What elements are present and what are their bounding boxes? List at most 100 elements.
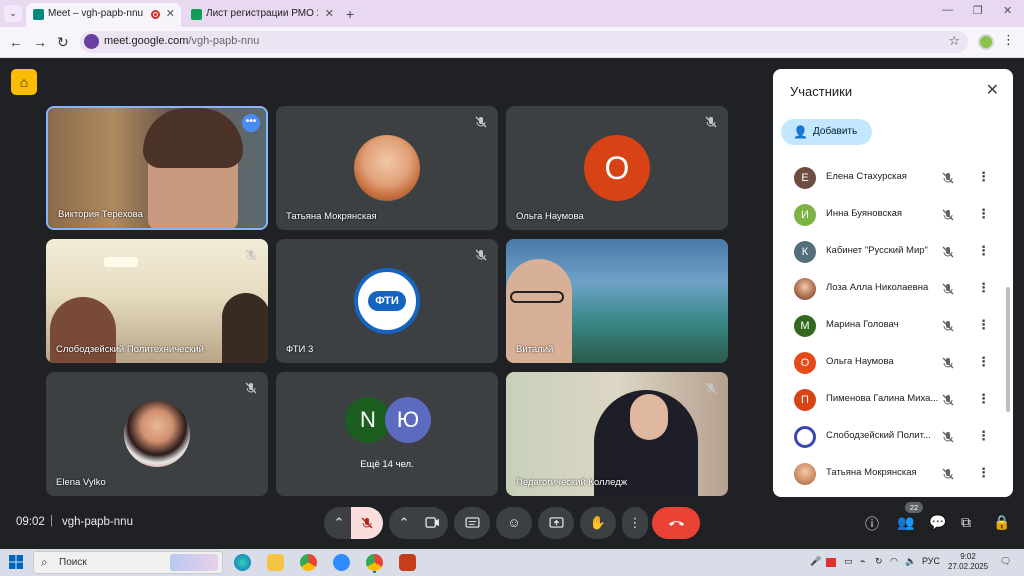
people-icon[interactable]: 👥 — [897, 514, 914, 531]
powerpoint-icon[interactable] — [399, 554, 416, 571]
video-tile[interactable]: ••• Виктория Терехова — [46, 106, 268, 230]
participant-options-icon[interactable]: ⋮ — [977, 280, 990, 296]
chrome-active-icon[interactable] — [366, 554, 383, 571]
participant-row[interactable]: Слободзейский Полит... ⋮ — [773, 419, 1001, 456]
mic-muted-icon — [245, 249, 257, 261]
participant-row[interactable]: Е Елена Стахурская ⋮ — [773, 160, 1001, 197]
participant-options-icon[interactable]: ⋮ — [977, 354, 990, 370]
tile-name: Elena Vylko — [56, 477, 106, 488]
meeting-info-icon[interactable]: ⌂ — [11, 69, 37, 95]
tray-volume-icon[interactable]: 🔈 — [905, 556, 916, 567]
browser-menu-icon[interactable]: ⋮ — [1002, 32, 1015, 48]
participant-photo-avatar — [794, 278, 816, 300]
maximize-icon[interactable]: ❐ — [973, 4, 983, 17]
language-indicator[interactable]: РУС — [922, 556, 940, 566]
mic-toggle-button[interactable] — [351, 507, 383, 539]
search-label: Поиск — [59, 557, 87, 568]
host-controls-icon[interactable]: 🔒 — [993, 514, 1010, 531]
file-explorer-icon[interactable] — [267, 554, 284, 571]
camera-toggle-button[interactable] — [416, 507, 448, 539]
video-tile[interactable]: Татьяна Мокрянская — [276, 106, 498, 230]
url-field[interactable]: meet.google.com/vgh-papb-nnu ☆ — [80, 31, 968, 53]
participant-avatar: Е — [794, 167, 816, 189]
close-tab-icon[interactable]: ✕ — [325, 3, 334, 25]
back-icon[interactable]: ← — [9, 33, 23, 51]
participant-row[interactable]: П Пименова Галина Миха... ⋮ — [773, 382, 1001, 419]
participant-row[interactable]: М Марина Головач ⋮ — [773, 308, 1001, 345]
browser-tab-bar: ⌄ Meet – vgh-papb-nnu ✕ Лист регистрации… — [0, 0, 1024, 27]
video-tile[interactable]: Слободзейский Политехнический — [46, 239, 268, 363]
close-window-icon[interactable]: ✕ — [1003, 4, 1012, 17]
zoom-icon[interactable] — [333, 554, 350, 571]
participant-row[interactable]: К Кабинет "Русский Мир" ⋮ — [773, 234, 1001, 271]
raise-hand-button[interactable]: ✋ — [580, 507, 616, 539]
participant-options-icon[interactable]: ⋮ — [977, 465, 990, 481]
reactions-button[interactable]: ☺ — [496, 507, 532, 539]
tab-search-chevron-icon[interactable]: ⌄ — [4, 5, 22, 22]
tray-mic-icon[interactable]: 🎤 — [810, 556, 821, 567]
mic-muted-icon — [475, 249, 487, 261]
participant-options-icon[interactable]: ⋮ — [977, 169, 990, 185]
edge-icon[interactable] — [234, 554, 251, 571]
chat-icon[interactable]: 💬 — [929, 514, 946, 531]
minimize-icon[interactable]: — — [942, 4, 953, 16]
tray-battery-icon[interactable]: ▭ — [844, 556, 853, 567]
participant-options-icon[interactable]: ⋮ — [977, 243, 990, 259]
more-participants-tile[interactable]: N Ю Ещё 14 чел. — [276, 372, 498, 496]
mic-options-button[interactable]: ⌃ — [324, 507, 354, 539]
notifications-icon[interactable]: 🗨 — [1000, 556, 1011, 567]
leave-call-button[interactable] — [652, 507, 700, 539]
participant-row[interactable]: Татьяна Мокрянская ⋮ — [773, 456, 1001, 493]
reload-icon[interactable]: ↻ — [57, 33, 69, 51]
participant-options-icon[interactable]: ⋮ — [977, 206, 990, 222]
taskbar-clock[interactable]: 9:02 27.02.2025 — [948, 552, 988, 572]
video-tile[interactable]: Виталий — [506, 239, 728, 363]
close-tab-icon[interactable]: ✕ — [166, 3, 175, 25]
panel-scrollbar[interactable] — [1006, 287, 1010, 412]
tab-title: Лист регистрации РМО 27.02. — [206, 8, 318, 19]
activities-icon[interactable]: ⧉ — [961, 514, 971, 531]
new-tab-icon[interactable]: + — [346, 3, 354, 25]
tab-registration-sheet[interactable]: Лист регистрации РМО 27.02. ✕ — [184, 3, 340, 27]
video-tile[interactable]: Elena Vylko — [46, 372, 268, 496]
video-tile[interactable]: О Ольга Наумова — [506, 106, 728, 230]
participants-panel: Участники ✕ 👤 Добавить Е Елена Стахурска… — [773, 69, 1013, 497]
forward-icon[interactable]: → — [33, 33, 47, 51]
participant-row[interactable]: И Инна Буяновская ⋮ — [773, 197, 1001, 234]
close-panel-icon[interactable]: ✕ — [986, 80, 999, 100]
tray-wifi-icon[interactable]: ◠ — [890, 556, 898, 567]
participant-name: Пименова Галина Миха... — [826, 393, 938, 404]
taskbar-search-field[interactable]: ⌕ Поиск — [33, 551, 223, 574]
participant-name: Слободзейский Полит... — [826, 430, 931, 441]
add-people-button[interactable]: 👤 Добавить — [781, 119, 872, 145]
windows-start-icon[interactable] — [9, 555, 23, 569]
present-button[interactable] — [538, 507, 574, 539]
mic-muted-icon — [942, 431, 954, 443]
tile-name: Виктория Терехова — [58, 209, 143, 220]
meeting-details-icon[interactable]: ⓘ — [865, 514, 879, 534]
profile-avatar[interactable] — [978, 34, 994, 50]
tray-network-icon[interactable]: ⌁ — [860, 556, 865, 567]
captions-button[interactable] — [454, 507, 490, 539]
participant-options-icon[interactable]: ⋮ — [977, 317, 990, 333]
site-info-icon[interactable] — [84, 34, 99, 49]
video-tile[interactable]: ФТИ ФТИ 3 — [276, 239, 498, 363]
participant-row[interactable]: Лоза Алла Николаевна ⋮ — [773, 271, 1001, 308]
fti-logo-text: ФТИ — [368, 291, 406, 311]
tray-update-icon[interactable]: ↻ — [875, 556, 883, 567]
chrome-icon[interactable] — [300, 554, 317, 571]
more-options-button[interactable]: ⋮ — [622, 507, 648, 539]
participant-options-icon[interactable]: ⋮ — [977, 428, 990, 444]
video-tile[interactable]: Педагогический Колледж — [506, 372, 728, 496]
participant-name: Татьяна Мокрянская — [826, 467, 917, 478]
mic-muted-icon — [942, 357, 954, 369]
camera-options-button[interactable]: ⌃ — [389, 507, 419, 539]
participant-row[interactable]: О Ольга Наумова ⋮ — [773, 345, 1001, 382]
tray-app-icon[interactable] — [826, 558, 836, 567]
taskbar: ⌕ Поиск 🎤 ▭ ⌁ ↻ ◠ 🔈 РУС 9:02 27.02.2025 … — [0, 549, 1024, 576]
participant-avatar: П — [794, 389, 816, 411]
tab-meet[interactable]: Meet – vgh-papb-nnu ✕ — [26, 3, 181, 27]
participant-options-icon[interactable]: ⋮ — [977, 391, 990, 407]
tile-options-icon[interactable]: ••• — [242, 114, 260, 132]
bookmark-star-icon[interactable]: ☆ — [948, 33, 960, 49]
